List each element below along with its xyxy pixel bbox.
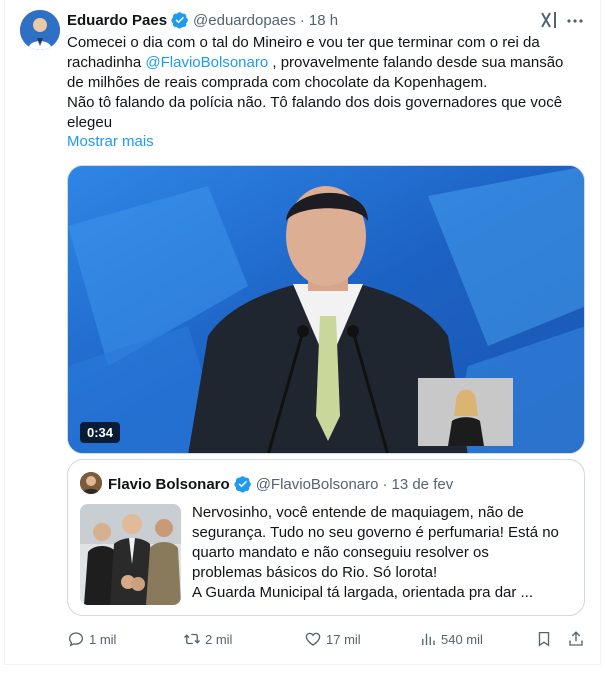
separator-dot: · [299,11,305,29]
tweet-time[interactable]: 18 h [309,12,338,29]
bookmark-button[interactable] [535,628,557,650]
tweet-line: Comecei o dia com o tal do Mineiro e vou… [67,34,540,51]
tweet-line: de milhões de reais comprada com chocola… [67,74,488,91]
bookmark-icon [538,631,550,647]
more-icon[interactable] [566,12,584,30]
views-button[interactable]: 540 mil [419,628,483,650]
tweet-line: rachadinha @FlavioBolsonaro , provavelme… [67,53,587,73]
like-icon [305,632,321,646]
reply-icon [68,632,84,647]
views-icon [422,633,435,645]
quoted-tweet[interactable]: Flavio Bolsonaro @FlavioBolsonaro · 13 d… [67,459,585,616]
quoted-tweet-line: quarto mandato e não conseguiu resolver … [192,544,489,561]
repost-icon [184,633,200,645]
action-bar: 1 mil 2 mil 17 mil 540 mil [67,628,587,650]
author-handle[interactable]: @eduardopaes [193,12,296,29]
quoted-tweet-text: Nervosinho, você entende de maquiagem, n… [192,503,577,603]
share-button[interactable] [567,628,589,650]
repost-count: 2 mil [205,631,233,647]
share-icon [569,631,583,646]
quoted-tweet-image[interactable] [80,504,181,605]
grok-icon[interactable] [540,10,558,30]
reply-count: 1 mil [89,631,117,647]
quoted-tweet-line: A Guarda Municipal tá largada, orientada… [192,584,534,601]
tweet-text: Comecei o dia com o tal do Mineiro e vou… [67,33,587,133]
tweet-header: Eduardo Paes @eduardopaes · 18 h [67,10,338,30]
views-count: 540 mil [441,631,483,647]
tweet-text-fragment: rachadinha [67,54,142,71]
show-more-link[interactable]: Mostrar mais [67,133,154,150]
quoted-tweet-header: Flavio Bolsonaro @FlavioBolsonaro · 13 d… [108,474,453,494]
quoted-author-avatar[interactable] [80,472,102,494]
quoted-tweet-date[interactable]: 13 de fev [391,476,453,493]
video-duration: 0:34 [80,422,121,443]
reply-button[interactable]: 1 mil [67,628,116,650]
quoted-tweet-line: problemas básicos do Rio. Só lorota! [192,564,438,581]
quoted-author-handle[interactable]: @FlavioBolsonaro [256,476,379,493]
tweet-text-fragment: , provavelmente falando desde sua mansão [268,54,564,71]
separator-dot: · [382,475,388,493]
verified-badge-icon [234,475,252,493]
mention-link[interactable]: @FlavioBolsonaro [145,54,268,71]
author-avatar[interactable] [20,10,60,50]
verified-badge-icon [171,11,189,29]
quoted-tweet-line: Nervosinho, você entende de maquiagem, n… [192,504,524,521]
quoted-tweet-line: segurança. Tudo no seu governo é perfuma… [192,524,559,541]
repost-button[interactable]: 2 mil [183,628,232,650]
tweet-line: elegeu [67,114,113,131]
quoted-author-name[interactable]: Flavio Bolsonaro [108,476,230,493]
tweet-line: Não tô falando da polícia não. Tô faland… [67,94,563,111]
like-count: 17 mil [326,631,361,647]
author-name[interactable]: Eduardo Paes [67,12,167,29]
like-button[interactable]: 17 mil [304,628,361,650]
video-player[interactable] [67,165,585,454]
